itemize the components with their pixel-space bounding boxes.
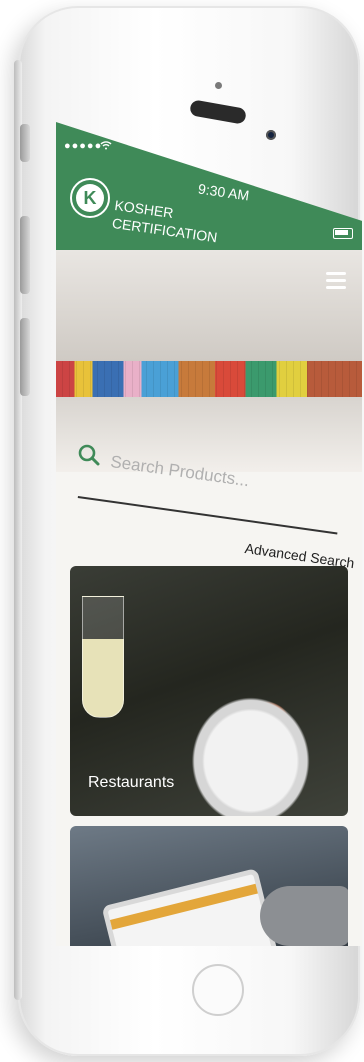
category-card-restaurants[interactable]: Restaurants bbox=[70, 566, 348, 816]
search-input[interactable]: Search Products... bbox=[109, 452, 250, 491]
logo-letter: K bbox=[76, 184, 104, 212]
wifi-icon bbox=[100, 140, 112, 153]
search-underline bbox=[77, 496, 338, 534]
category-card-tablet[interactable] bbox=[70, 826, 348, 946]
menu-icon[interactable] bbox=[326, 272, 346, 290]
mute-switch bbox=[20, 124, 30, 162]
app-screen: ●●●●● 9:30 AM K KOSHER CERTIFICATION Sea… bbox=[56, 122, 362, 946]
home-button[interactable] bbox=[192, 964, 244, 1016]
volume-up-button bbox=[20, 216, 30, 294]
status-time: 9:30 AM bbox=[197, 180, 251, 204]
brand-logo[interactable]: K bbox=[70, 178, 110, 218]
tablet-image bbox=[101, 867, 279, 946]
volume-down-button bbox=[20, 318, 30, 396]
category-label: Restaurants bbox=[88, 774, 175, 791]
hand-image bbox=[260, 886, 348, 946]
search-icon bbox=[78, 444, 100, 466]
signal-strength: ●●●●● bbox=[64, 140, 103, 152]
search-bar[interactable]: Search Products... bbox=[77, 444, 340, 534]
hero-image-supermarket bbox=[56, 250, 362, 472]
proximity-sensor bbox=[215, 82, 222, 89]
battery-icon bbox=[333, 228, 353, 239]
front-camera bbox=[266, 130, 276, 140]
wine-glass-image bbox=[82, 596, 124, 718]
phone-edge bbox=[14, 60, 22, 1000]
brand-name: KOSHER CERTIFICATION bbox=[111, 196, 221, 246]
